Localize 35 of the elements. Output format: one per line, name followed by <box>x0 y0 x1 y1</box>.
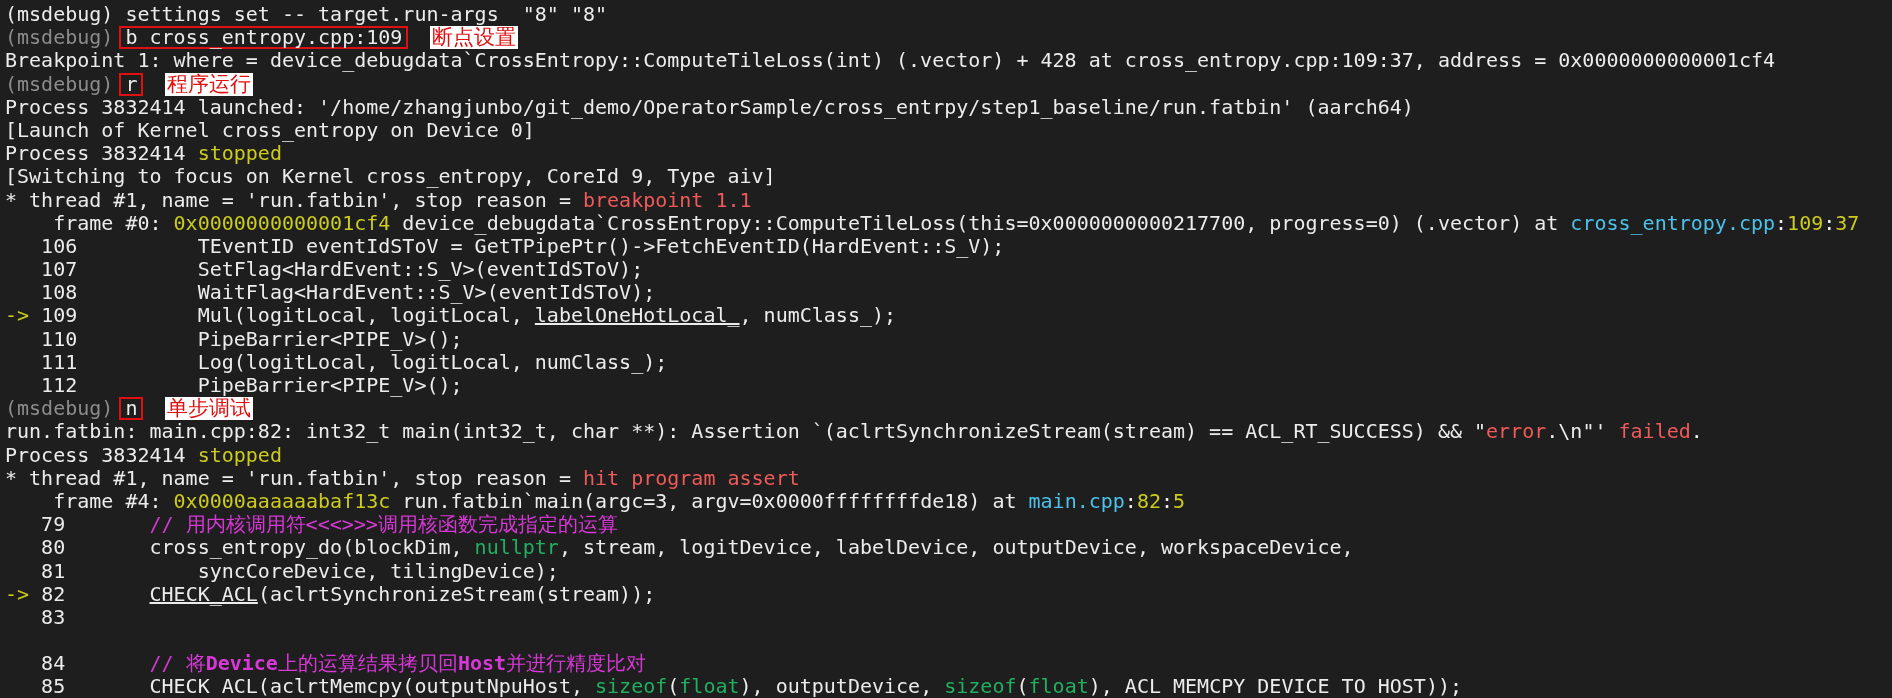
terminal-line: Breakpoint 1: where = device_debugdata`CrossEntropy::ComputeTileLoss(int) (.vector) + 428 at cross_entropy.cpp:109:37, address = 0x0000000000001cf4 <box>5 49 1777 73</box>
prompt-text: (msdebug) <box>5 72 115 96</box>
annotation-label: 断点设置 <box>430 26 519 50</box>
terminal-line: 110 PipeBarrier<PIPE_V>(); <box>40 327 464 351</box>
terminal-line: 106 TEventID eventIdSToV = GetTPipePtr()->FetchEventID(HardEvent::S_V); <box>40 234 1005 259</box>
terminal-line: 83 <box>40 605 67 630</box>
terminal-line: Process 3832414 launched: '/home/zhangjunbo/git_demo/OperatorSample/cross_entrpy/step1_baseline/run.fatbin' (aarch64) <box>5 95 1415 119</box>
terminal-line: 85 CHECK ACL(aclrtMemcpy(outputNpuHost, sizeof(float), outputDevice, sizeof(float), ACL MEMCPY DEVICE TO HOST)); <box>40 675 1464 698</box>
terminal-line: 107 SetFlag<HardEvent::S_V>(eventIdSToV); <box>40 258 644 282</box>
terminal-line: frame #0: 0x0000000000001cf4 device_debugdata`CrossEntropy::ComputeTileLoss(this=0x0000000000217700, progress=0) (.vector) at cross_entropy.cpp:109:37 <box>52 211 1861 235</box>
prompt-text: (msdebug) <box>5 397 115 421</box>
terminal-line: run.fatbin: main.cpp:82: int32_t main(int32_t, char **): Assertion `(aclrtSynchronizeStream(stream) == ACL_RT_SUCCESS) && "error.\n"' failed. <box>5 420 1704 444</box>
terminal-line: 84 // 将Device上的运算结果拷贝回Host并进行精度比对 <box>40 652 648 676</box>
terminal-line: Process 3832414 stopped <box>5 443 283 467</box>
command-highlight: b cross_entropy.cpp:109 <box>119 26 409 50</box>
terminal-line: 108 WaitFlag<HardEvent::S_V>(eventIdSToV); <box>40 281 657 305</box>
terminal-line: -> 109 Mul(logitLocal, logitLocal, labelOneHotLocal_, numClass_); <box>5 304 898 328</box>
terminal-line: [Launch of Kernel cross_entropy on Device 0] <box>5 118 535 143</box>
terminal-line: Process 3832414 stopped <box>5 142 282 166</box>
terminal-line: [Switching to focus on Kernel cross_entropy, CoreId 9, Type aiv] <box>5 165 777 189</box>
command-highlight: n <box>119 397 144 421</box>
command-highlight: r <box>119 72 144 96</box>
terminal-line: 112 PipeBarrier<PIPE_V>(); <box>40 374 464 398</box>
terminal-line: -> 82 CHECK_ACL(aclrtSynchronizeStream(stream)); <box>5 582 657 606</box>
terminal-line: * thread #1, name = 'run.fatbin', stop reason = breakpoint 1.1 <box>5 188 753 212</box>
terminal-line: (msdebug) settings set -- target.run-args "8" "8" <box>5 3 609 27</box>
annotation-label: 程序运行 <box>165 72 254 96</box>
terminal-line: 80 cross_entropy_do(blockDim, nullptr, stream, logitDevice, labelDevice, outputDevice, workspaceDevice, <box>40 536 1355 560</box>
annotation-label: 单步调试 <box>165 397 254 421</box>
terminal-line: frame #4: 0x0000aaaaaabaf13c run.fatbin`main(argc=3, argv=0x0000ffffffffde18) at main.cpp:82:5 <box>52 489 1187 514</box>
terminal-line: 79 // 用内核调用符<<<>>>调用核函数完成指定的运算 <box>40 513 619 537</box>
prompt-text: (msdebug) <box>5 26 115 50</box>
terminal-line: * thread #1, name = 'run.fatbin', stop reason = hit program assert <box>5 466 801 490</box>
terminal-line: 81 syncCoreDevice, tilingDevice); <box>40 559 560 583</box>
terminal-line: 111 Log(logitLocal, logitLocal, numClass_); <box>40 350 669 374</box>
